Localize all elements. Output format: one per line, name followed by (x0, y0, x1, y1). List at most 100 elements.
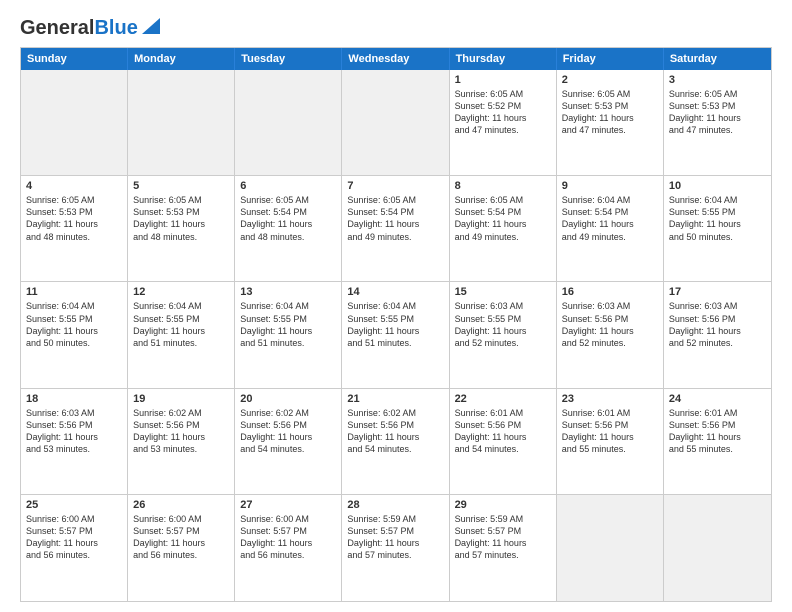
calendar-cell-day-12: 12Sunrise: 6:04 AMSunset: 5:55 PMDayligh… (128, 282, 235, 387)
day-number: 12 (133, 286, 229, 298)
calendar-row-1: 1 Sunrise: 6:05 AMSunset: 5:52 PMDaylight… (21, 70, 771, 176)
cell-info: Sunrise: 6:03 AMSunset: 5:55 PMDaylight:… (455, 300, 551, 349)
calendar-cell-day-21: 21Sunrise: 6:02 AMSunset: 5:56 PMDayligh… (342, 389, 449, 494)
calendar-body: 1 Sunrise: 6:05 AMSunset: 5:52 PMDaylight… (21, 70, 771, 601)
calendar-cell-day-20: 20 Sunrise: 6:02 AMSunset: 5:56 PMDayligh… (235, 389, 342, 494)
day-number: 22 (455, 393, 551, 405)
calendar-cell-empty (21, 70, 128, 175)
day-number: 26 (133, 499, 229, 511)
day-number: 14 (347, 286, 443, 298)
day-number: 24 (669, 393, 766, 405)
day-number: 3 (669, 74, 766, 86)
cell-info: Sunrise: 6:05 AMSunset: 5:53 PMDaylight:… (669, 88, 766, 137)
day-number: 20 (240, 393, 336, 405)
cell-info: Sunrise: 6:01 AMSunset: 5:56 PMDaylight:… (562, 407, 658, 456)
cell-info: Sunrise: 6:05 AMSunset: 5:53 PMDaylight:… (133, 194, 229, 243)
logo-blue: Blue (94, 17, 137, 39)
cell-info: Sunrise: 6:03 AMSunset: 5:56 PMDaylight:… (26, 407, 122, 456)
calendar-header: SundayMondayTuesdayWednesdayThursdayFrid… (21, 48, 771, 70)
cell-info: Sunrise: 6:01 AMSunset: 5:56 PMDaylight:… (455, 407, 551, 456)
header-day-sunday: Sunday (21, 48, 128, 70)
calendar-cell-day-10: 10Sunrise: 6:04 AMSunset: 5:55 PMDayligh… (664, 176, 771, 281)
day-number: 27 (240, 499, 336, 511)
calendar-cell-day-13: 13Sunrise: 6:04 AMSunset: 5:55 PMDayligh… (235, 282, 342, 387)
day-number: 21 (347, 393, 443, 405)
calendar-cell-day-9: 9 Sunrise: 6:04 AMSunset: 5:54 PMDaylight… (557, 176, 664, 281)
calendar-cell-day-16: 16 Sunrise: 6:03 AMSunset: 5:56 PMDayligh… (557, 282, 664, 387)
header-day-monday: Monday (128, 48, 235, 70)
cell-info: Sunrise: 6:05 AMSunset: 5:53 PMDaylight:… (26, 194, 122, 243)
calendar-cell-day-18: 18 Sunrise: 6:03 AMSunset: 5:56 PMDayligh… (21, 389, 128, 494)
header-day-saturday: Saturday (664, 48, 771, 70)
calendar-cell-day-22: 22 Sunrise: 6:01 AMSunset: 5:56 PMDayligh… (450, 389, 557, 494)
calendar-cell-day-28: 28Sunrise: 5:59 AMSunset: 5:57 PMDayligh… (342, 495, 449, 601)
logo-icon (142, 18, 160, 34)
calendar-cell-day-17: 17 Sunrise: 6:03 AMSunset: 5:56 PMDayligh… (664, 282, 771, 387)
cell-info: Sunrise: 6:05 AMSunset: 5:53 PMDaylight:… (562, 88, 658, 137)
calendar-row-2: 4 Sunrise: 6:05 AMSunset: 5:53 PMDaylight… (21, 176, 771, 282)
header: GeneralBlue (20, 16, 772, 39)
cell-info: Sunrise: 6:04 AMSunset: 5:55 PMDaylight:… (669, 194, 766, 243)
cell-info: Sunrise: 6:05 AMSunset: 5:52 PMDaylight:… (455, 88, 551, 137)
calendar-cell-day-19: 19Sunrise: 6:02 AMSunset: 5:56 PMDayligh… (128, 389, 235, 494)
cell-info: Sunrise: 6:04 AMSunset: 5:54 PMDaylight:… (562, 194, 658, 243)
logo-text: GeneralBlue (20, 18, 138, 38)
header-day-thursday: Thursday (450, 48, 557, 70)
day-number: 25 (26, 499, 122, 511)
cell-info: Sunrise: 6:04 AMSunset: 5:55 PMDaylight:… (26, 300, 122, 349)
calendar-cell-day-27: 27 Sunrise: 6:00 AMSunset: 5:57 PMDayligh… (235, 495, 342, 601)
calendar-cell-day-3: 3 Sunrise: 6:05 AMSunset: 5:53 PMDaylight… (664, 70, 771, 175)
day-number: 18 (26, 393, 122, 405)
cell-info: Sunrise: 6:03 AMSunset: 5:56 PMDaylight:… (562, 300, 658, 349)
day-number: 4 (26, 180, 122, 192)
header-day-wednesday: Wednesday (342, 48, 449, 70)
calendar-cell-day-15: 15 Sunrise: 6:03 AMSunset: 5:55 PMDayligh… (450, 282, 557, 387)
calendar-row-5: 25 Sunrise: 6:00 AMSunset: 5:57 PMDayligh… (21, 495, 771, 601)
header-day-tuesday: Tuesday (235, 48, 342, 70)
cell-info: Sunrise: 6:00 AMSunset: 5:57 PMDaylight:… (133, 513, 229, 562)
calendar-cell-day-25: 25 Sunrise: 6:00 AMSunset: 5:57 PMDayligh… (21, 495, 128, 601)
calendar-cell-day-29: 29Sunrise: 5:59 AMSunset: 5:57 PMDayligh… (450, 495, 557, 601)
calendar-cell-day-6: 6 Sunrise: 6:05 AMSunset: 5:54 PMDaylight… (235, 176, 342, 281)
cell-info: Sunrise: 6:05 AMSunset: 5:54 PMDaylight:… (240, 194, 336, 243)
cell-info: Sunrise: 6:00 AMSunset: 5:57 PMDaylight:… (240, 513, 336, 562)
page: GeneralBlue SundayMondayTuesdayWednesday… (0, 0, 792, 612)
calendar-cell-day-26: 26 Sunrise: 6:00 AMSunset: 5:57 PMDayligh… (128, 495, 235, 601)
cell-info: Sunrise: 6:03 AMSunset: 5:56 PMDaylight:… (669, 300, 766, 349)
calendar-cell-empty (128, 70, 235, 175)
calendar-cell-day-23: 23Sunrise: 6:01 AMSunset: 5:56 PMDayligh… (557, 389, 664, 494)
calendar-cell-empty (557, 495, 664, 601)
calendar-cell-empty (235, 70, 342, 175)
calendar-cell-day-7: 7 Sunrise: 6:05 AMSunset: 5:54 PMDaylight… (342, 176, 449, 281)
logo-general: General (20, 17, 94, 39)
calendar-cell-day-1: 1 Sunrise: 6:05 AMSunset: 5:52 PMDaylight… (450, 70, 557, 175)
calendar-row-3: 11 Sunrise: 6:04 AMSunset: 5:55 PMDayligh… (21, 282, 771, 388)
day-number: 1 (455, 74, 551, 86)
day-number: 16 (562, 286, 658, 298)
calendar-cell-day-8: 8Sunrise: 6:05 AMSunset: 5:54 PMDaylight… (450, 176, 557, 281)
calendar-cell-day-11: 11 Sunrise: 6:04 AMSunset: 5:55 PMDayligh… (21, 282, 128, 387)
day-number: 11 (26, 286, 122, 298)
cell-info: Sunrise: 6:05 AMSunset: 5:54 PMDaylight:… (455, 194, 551, 243)
day-number: 7 (347, 180, 443, 192)
calendar-cell-day-24: 24 Sunrise: 6:01 AMSunset: 5:56 PMDayligh… (664, 389, 771, 494)
logo: GeneralBlue (20, 16, 160, 39)
calendar: SundayMondayTuesdayWednesdayThursdayFrid… (20, 47, 772, 602)
calendar-row-4: 18 Sunrise: 6:03 AMSunset: 5:56 PMDayligh… (21, 389, 771, 495)
calendar-cell-day-14: 14 Sunrise: 6:04 AMSunset: 5:55 PMDayligh… (342, 282, 449, 387)
day-number: 6 (240, 180, 336, 192)
day-number: 15 (455, 286, 551, 298)
cell-info: Sunrise: 6:05 AMSunset: 5:54 PMDaylight:… (347, 194, 443, 243)
day-number: 5 (133, 180, 229, 192)
day-number: 17 (669, 286, 766, 298)
cell-info: Sunrise: 6:02 AMSunset: 5:56 PMDaylight:… (240, 407, 336, 456)
calendar-cell-empty (664, 495, 771, 601)
cell-info: Sunrise: 6:04 AMSunset: 5:55 PMDaylight:… (347, 300, 443, 349)
day-number: 28 (347, 499, 443, 511)
cell-info: Sunrise: 6:00 AMSunset: 5:57 PMDaylight:… (26, 513, 122, 562)
day-number: 9 (562, 180, 658, 192)
header-day-friday: Friday (557, 48, 664, 70)
cell-info: Sunrise: 5:59 AMSunset: 5:57 PMDaylight:… (455, 513, 551, 562)
calendar-cell-empty (342, 70, 449, 175)
cell-info: Sunrise: 6:01 AMSunset: 5:56 PMDaylight:… (669, 407, 766, 456)
